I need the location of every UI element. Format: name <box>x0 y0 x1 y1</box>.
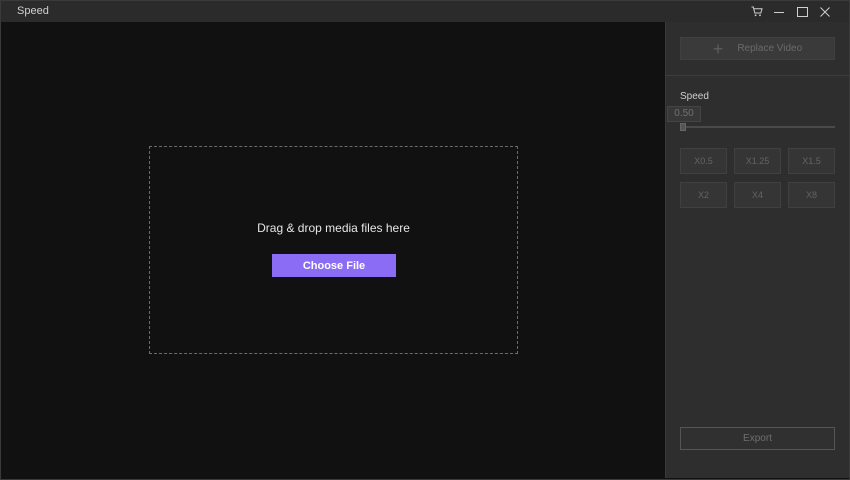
speed-label: Speed <box>680 91 709 102</box>
export-button[interactable]: Export <box>680 427 835 450</box>
speed-value-field[interactable]: 0.50 <box>667 106 701 122</box>
preset-x1-5-button[interactable]: X1.5 <box>788 148 835 174</box>
preset-x2-button[interactable]: X2 <box>680 182 727 208</box>
choose-file-button[interactable]: Choose File <box>272 254 396 277</box>
preset-x8-button[interactable]: X8 <box>788 182 835 208</box>
settings-panel: + Replace Video Speed 0.50 X0.5 X1.25 X1… <box>665 22 850 478</box>
cart-icon[interactable] <box>746 2 768 21</box>
app-window: Speed Drag & drop media files here Choos… <box>0 0 850 480</box>
drop-zone[interactable]: Drag & drop media files here Choose File <box>149 146 518 354</box>
panel-divider <box>666 75 850 76</box>
minimize-icon[interactable] <box>768 2 790 21</box>
preset-x4-button[interactable]: X4 <box>734 182 781 208</box>
speed-slider[interactable] <box>680 123 835 131</box>
replace-video-label: Replace Video <box>737 43 803 54</box>
maximize-icon[interactable] <box>791 2 813 21</box>
speed-slider-thumb[interactable] <box>680 123 686 131</box>
drop-instructions: Drag & drop media files here <box>257 221 410 235</box>
title-bar: Speed <box>1 1 849 22</box>
plus-icon: + <box>712 38 724 59</box>
window-title: Speed <box>17 5 49 17</box>
preset-x0-5-button[interactable]: X0.5 <box>680 148 727 174</box>
replace-video-button[interactable]: + Replace Video <box>680 37 835 60</box>
preview-area: Drag & drop media files here Choose File <box>2 22 665 478</box>
close-icon[interactable] <box>814 2 836 21</box>
preset-x1-25-button[interactable]: X1.25 <box>734 148 781 174</box>
